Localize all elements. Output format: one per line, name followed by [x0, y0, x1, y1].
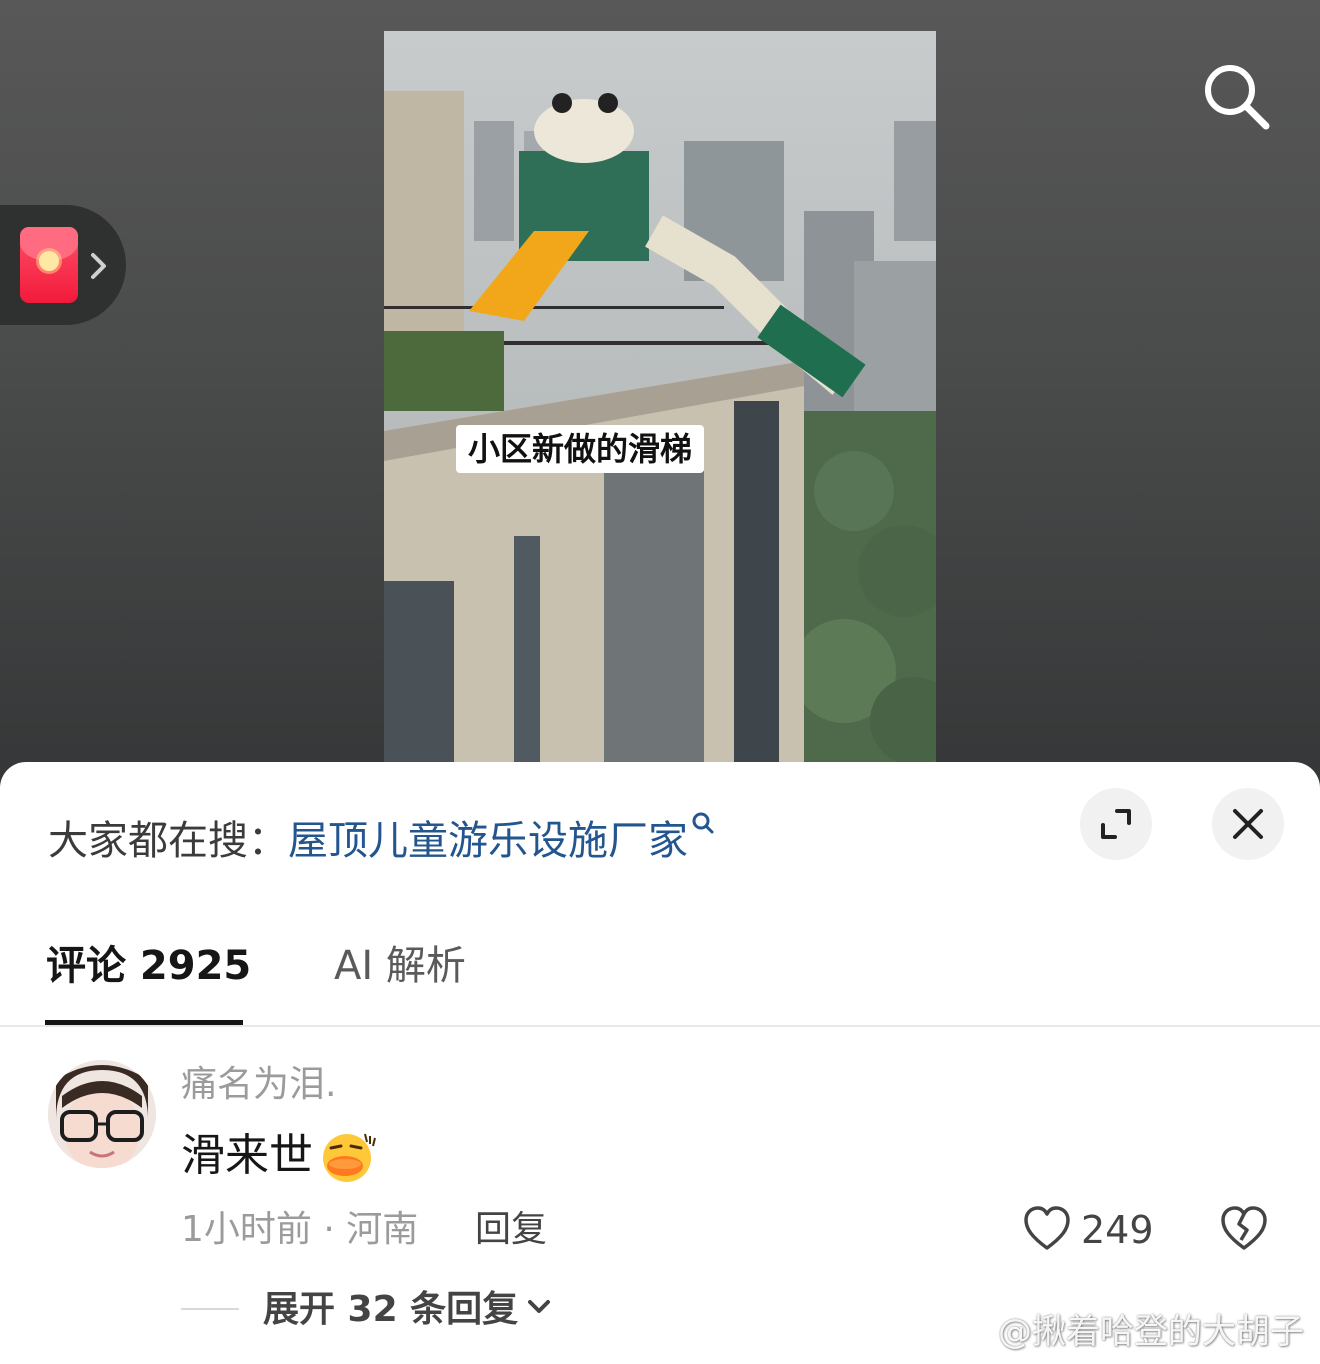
expand-icon [1101, 809, 1131, 839]
reply-button[interactable]: 回复 [475, 1206, 547, 1254]
watermark-text: @揪着哈登的大胡子 [998, 1312, 1304, 1352]
close-button[interactable] [1212, 788, 1284, 860]
comment-text: 滑来世 [181, 1130, 313, 1181]
comment-sheet: 大家都在搜：屋顶儿童游乐设施厂家 评论 2925 AI 解析 痛名为泪. 滑来世… [0, 762, 1320, 1364]
chevron-down-icon [528, 1300, 551, 1313]
tab-ai-analysis[interactable]: AI 解析 [334, 938, 466, 994]
like-count: 249 [1081, 1208, 1154, 1252]
replies-divider [181, 1308, 239, 1310]
comment-time-location: 1小时前 · 河南 [181, 1209, 419, 1250]
close-icon [1233, 809, 1263, 839]
video-caption: 小区新做的滑梯 [456, 425, 705, 473]
hot-search-keyword[interactable]: 屋顶儿童游乐设施厂家 [288, 818, 688, 864]
watermark: @揪着哈登的大胡子 [950, 1308, 1304, 1356]
search-button[interactable] [1198, 58, 1274, 134]
search-icon [1205, 65, 1270, 130]
weibo-logo-icon [951, 1317, 992, 1349]
comment-body: 滑来世 [181, 1128, 377, 1184]
video-player[interactable] [384, 31, 936, 771]
video-backdrop: 小区新做的滑梯 [0, 0, 1320, 800]
heart-icon[interactable] [1022, 1204, 1072, 1254]
hot-search-prefix: 大家都在搜： [48, 818, 288, 864]
duck-kiss-emoji-icon [323, 1133, 376, 1182]
video-frame-image [384, 31, 936, 771]
comment-username[interactable]: 痛名为泪. [181, 1062, 336, 1108]
tab-comments[interactable]: 评论 2925 [46, 938, 251, 994]
avatar[interactable] [48, 1060, 156, 1168]
red-packet-tab[interactable] [0, 205, 126, 325]
expand-button[interactable] [1080, 788, 1152, 860]
tab-divider [0, 1025, 1320, 1027]
red-packet-icon [20, 227, 78, 303]
small-search-icon [692, 812, 714, 834]
chevron-right-icon [91, 253, 106, 279]
broken-heart-icon[interactable] [1219, 1204, 1269, 1254]
hot-search-bar[interactable]: 大家都在搜：屋顶儿童游乐设施厂家 [48, 810, 716, 869]
expand-replies-button[interactable]: 展开 32 条回复 [263, 1286, 552, 1334]
expand-replies-label: 展开 32 条回复 [263, 1289, 519, 1330]
user-avatar-image [48, 1060, 156, 1168]
